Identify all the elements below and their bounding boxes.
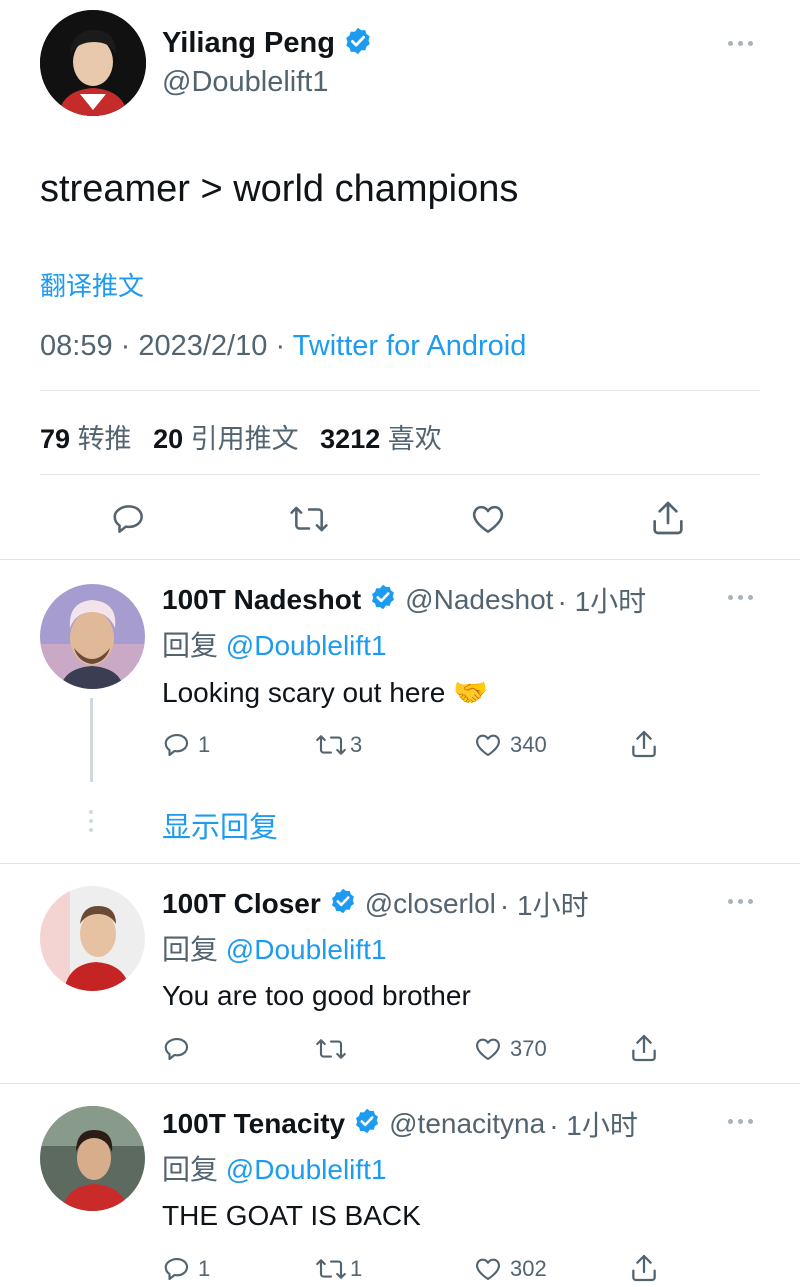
reply-like-button[interactable]: 370 xyxy=(472,1034,547,1064)
thread-dots-icon xyxy=(89,810,94,834)
more-dots-icon[interactable] xyxy=(728,592,758,602)
retweet-icon xyxy=(290,506,328,532)
translate-link[interactable]: 翻译推文 xyxy=(40,266,144,303)
reply-time: · 1小时 xyxy=(499,890,589,921)
author-name[interactable]: Yiliang Peng xyxy=(162,27,335,60)
tweet-date: 2023/2/10 xyxy=(138,330,268,362)
tweet-stats: 79 转推 20 引用推文 3212 喜欢 xyxy=(40,417,442,456)
reply-author-handle[interactable]: @tenacityna xyxy=(389,1108,545,1140)
reply-reply-button[interactable] xyxy=(162,1034,198,1064)
reply-icon xyxy=(113,505,143,533)
reply-avatar[interactable] xyxy=(40,1106,145,1211)
reply-author-handle[interactable]: @Nadeshot xyxy=(405,584,553,616)
author-name-row: Yiliang Peng xyxy=(162,26,373,61)
reply-retweet-button[interactable] xyxy=(314,1034,354,1064)
reply-header: 100T Nadeshot @Nadeshot · 1小时 xyxy=(162,580,646,620)
like-icon xyxy=(476,1038,500,1061)
retweet-icon xyxy=(316,735,346,755)
likes-stat[interactable]: 3212 喜欢 xyxy=(320,424,442,454)
reply-text: THE GOAT IS BACK xyxy=(162,1200,421,1231)
like-count: 340 xyxy=(510,732,547,757)
reply-share-button[interactable] xyxy=(628,1252,660,1284)
reply-text: Looking scary out here 🤝 xyxy=(162,677,488,708)
share-icon xyxy=(632,730,656,758)
retweet-count: 3 xyxy=(350,732,363,757)
show-replies-link[interactable]: 显示回复 xyxy=(162,804,278,846)
thread-line xyxy=(90,698,93,782)
reply-share-button[interactable] xyxy=(628,1032,660,1064)
like-icon xyxy=(476,734,500,757)
reply-to-line: 回复 @Doublelift1 xyxy=(162,934,387,965)
reply-reply-button[interactable]: 1 xyxy=(162,1254,210,1284)
reply-share-button[interactable] xyxy=(628,728,660,760)
verified-badge-icon xyxy=(369,583,397,618)
reply-to-line: 回复 @Doublelift1 xyxy=(162,1154,387,1185)
reply-avatar[interactable] xyxy=(40,584,145,689)
like-icon xyxy=(476,1258,500,1281)
like-icon xyxy=(472,505,504,533)
tweet-text: streamer > world champions xyxy=(40,168,519,210)
author-avatar[interactable] xyxy=(40,10,146,116)
retweet-icon xyxy=(316,1039,346,1059)
reply-to-line: 回复 @Doublelift1 xyxy=(162,630,387,661)
retweet-icon xyxy=(316,1259,346,1279)
more-dots-icon[interactable] xyxy=(728,896,758,906)
reply-icon xyxy=(164,733,189,757)
divider xyxy=(0,1083,800,1084)
like-button[interactable] xyxy=(468,500,508,538)
share-button[interactable] xyxy=(648,498,688,538)
reply-to-handle[interactable]: @Doublelift1 xyxy=(226,630,387,661)
more-dots-icon[interactable] xyxy=(728,38,758,48)
reply-to-handle[interactable]: @Doublelift1 xyxy=(226,1154,387,1185)
reply-reply-button[interactable]: 1 xyxy=(162,730,210,760)
divider xyxy=(40,474,760,475)
reply-header: 100T Closer @closerlol · 1小时 xyxy=(162,884,589,924)
reply-icon xyxy=(164,1257,189,1281)
retweet-button[interactable] xyxy=(288,500,330,538)
retweet-count: 1 xyxy=(350,1256,363,1281)
reply-author-name[interactable]: 100T Closer xyxy=(162,888,321,920)
reply-time: · 1小时 xyxy=(549,1110,638,1141)
reply-count: 1 xyxy=(198,1256,211,1281)
retweets-stat[interactable]: 79 转推 xyxy=(40,424,132,454)
share-icon xyxy=(632,1034,656,1062)
reply-like-button[interactable]: 340 xyxy=(472,730,547,760)
verified-badge-icon xyxy=(329,887,357,922)
reply-header: 100T Tenacity @tenacityna · 1小时 xyxy=(162,1104,638,1144)
reply-avatar[interactable] xyxy=(40,886,145,991)
divider xyxy=(0,559,800,560)
reply-icon xyxy=(164,1037,189,1061)
tweet-time: 08:59 xyxy=(40,330,113,362)
reply-to-handle[interactable]: @Doublelift1 xyxy=(226,934,387,965)
reply-like-button[interactable]: 302 xyxy=(472,1254,547,1284)
reply-count: 1 xyxy=(198,732,211,757)
author-handle[interactable]: @Doublelift1 xyxy=(162,66,328,99)
tweet-source[interactable]: Twitter for Android xyxy=(293,330,527,362)
verified-badge-icon xyxy=(343,26,373,61)
more-dots-icon[interactable] xyxy=(728,1116,758,1126)
quotes-stat[interactable]: 20 引用推文 xyxy=(153,424,299,454)
reply-button[interactable] xyxy=(110,500,148,538)
verified-badge-icon xyxy=(353,1107,381,1142)
reply-time: · 1小时 xyxy=(557,586,647,617)
divider xyxy=(40,390,760,391)
share-icon xyxy=(632,1254,656,1282)
reply-author-name[interactable]: 100T Nadeshot xyxy=(162,584,361,616)
divider xyxy=(0,863,800,864)
reply-author-name[interactable]: 100T Tenacity xyxy=(162,1108,345,1140)
share-icon xyxy=(653,501,683,535)
reply-retweet-button[interactable]: 3 xyxy=(314,730,362,760)
reply-retweet-button[interactable]: 1 xyxy=(314,1254,362,1284)
like-count: 370 xyxy=(510,1036,547,1061)
reply-author-handle[interactable]: @closerlol xyxy=(365,888,496,920)
reply-text: You are too good brother xyxy=(162,980,471,1011)
tweet-meta: 08:59 · 2023/2/10 · Twitter for Android xyxy=(40,330,527,362)
like-count: 302 xyxy=(510,1256,547,1281)
